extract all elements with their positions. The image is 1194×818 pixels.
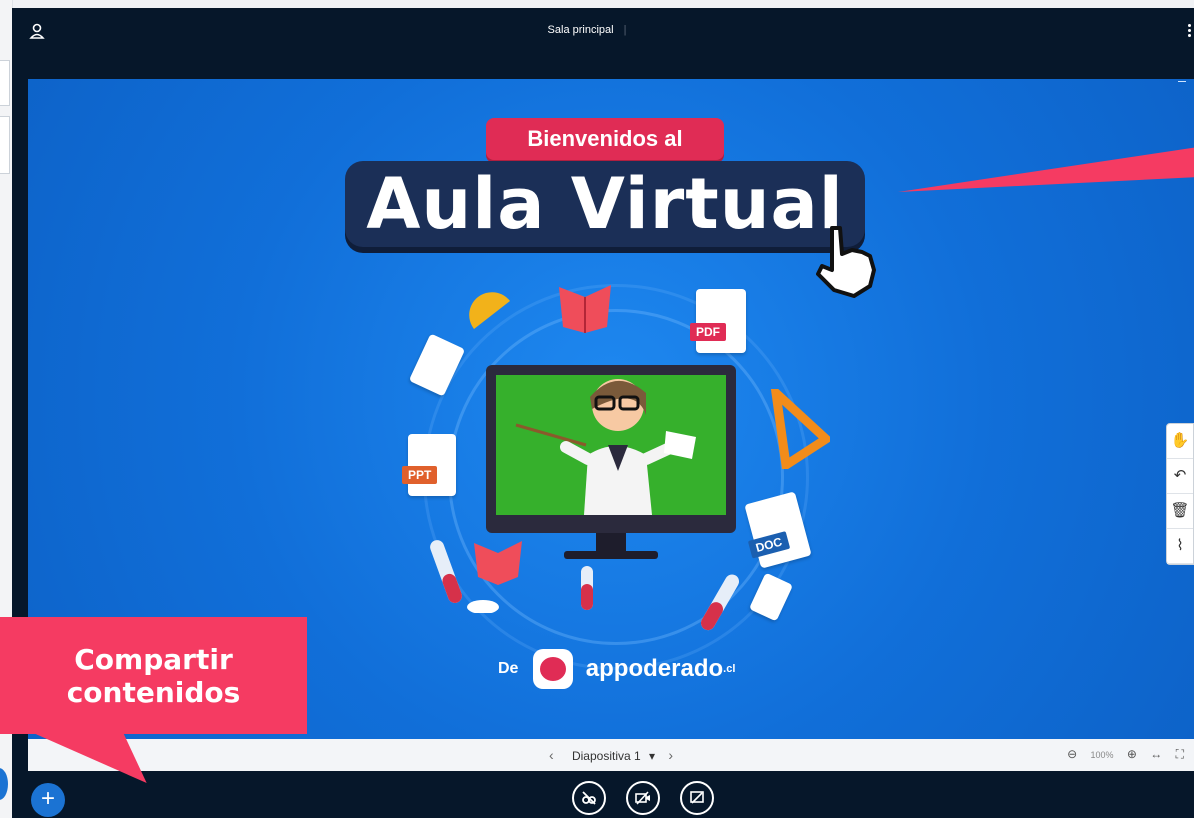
fit-width-icon[interactable]: ↔ (1150, 747, 1162, 761)
computer-monitor-illustration (486, 365, 736, 559)
panel-tab[interactable] (0, 116, 10, 174)
aula-virtual-banner: Aula Virtual (345, 161, 865, 247)
room-title-text: Sala principal (547, 24, 614, 36)
previous-slide-icon[interactable]: ‹ (549, 747, 554, 763)
pdf-tag: PDF (690, 323, 726, 341)
book-icon (474, 541, 522, 585)
monitor-screen (496, 375, 726, 515)
video-button[interactable] (626, 781, 660, 815)
audio-button[interactable] (572, 781, 606, 815)
callout-line-1: Compartir (74, 643, 233, 676)
welcome-banner: Bienvenidos al (486, 118, 724, 160)
fullscreen-icon[interactable]: ⛶ (1176, 747, 1184, 761)
doc-tag: DOC (747, 531, 790, 559)
top-bar: Sala principal | (12, 8, 1194, 56)
trash-icon[interactable]: 🗑 (1167, 494, 1193, 529)
monitor-base (564, 551, 658, 559)
zoom-in-icon[interactable]: ⊕ (1127, 747, 1137, 761)
decorative-ribbon (898, 147, 1194, 192)
brand-suffix: .cl (723, 663, 736, 675)
brand-logo: De appoderado.cl (498, 649, 735, 689)
undo-icon[interactable]: ↶ (1167, 459, 1193, 494)
room-title: Sala principal | (12, 24, 1162, 36)
panel-tab[interactable] (0, 60, 10, 106)
slide-selector[interactable]: Diapositiva 1 ▾ (567, 749, 655, 763)
ruler-triangle-icon (770, 389, 830, 469)
multi-user-whiteboard-icon[interactable]: ⌇ (1167, 529, 1193, 564)
brand-prefix: De (498, 660, 519, 677)
minimize-icon[interactable] (1178, 81, 1186, 82)
protractor-icon (469, 292, 510, 329)
panel-toggle-button[interactable] (0, 768, 8, 800)
more-options-icon[interactable] (1188, 24, 1192, 39)
actions-plus-button[interactable]: + (31, 783, 65, 817)
callout-line-2: contenidos (66, 676, 241, 709)
slide-label: Diapositiva 1 (571, 749, 641, 763)
aula-virtual-text: Aula Virtual (366, 163, 844, 245)
test-tube-icon (581, 566, 593, 610)
ppt-document-icon: PPT (402, 434, 456, 496)
cloud-icon (467, 600, 499, 613)
whiteboard-toolbar: ✋ ↶ 🗑 ⌇ (1166, 423, 1194, 565)
test-tube-icon (701, 574, 739, 631)
zoom-level: 100% (1090, 750, 1114, 760)
monitor-stand (596, 533, 626, 551)
headset-off-icon (582, 791, 596, 805)
share-content-callout: Compartir contenidos (0, 617, 307, 734)
pointer-hand-icon (816, 226, 876, 298)
zoom-out-icon[interactable]: ⊖ (1067, 747, 1077, 761)
camera-off-icon (635, 791, 650, 805)
screenshare-button[interactable] (680, 781, 714, 815)
action-bar: + (12, 771, 1194, 818)
teacher-illustration (515, 379, 696, 515)
screenshare-off-icon (690, 791, 704, 804)
zoom-controls: ⊖ 100% ⊕ ↔ ⛶ (1057, 747, 1184, 762)
title-separator: | (623, 24, 627, 36)
next-slide-icon[interactable]: › (668, 747, 673, 763)
pdf-document-icon: PDF (690, 289, 746, 353)
book-icon (559, 285, 611, 333)
ppt-tag: PPT (402, 466, 438, 484)
hand-tool-icon[interactable]: ✋ (1167, 424, 1193, 459)
apple-logo-icon (533, 649, 574, 689)
brand-name: appoderado (585, 655, 724, 682)
test-tube-icon (430, 540, 462, 603)
presentation-toolbar: ‹ Diapositiva 1 ▾ › ⊖ 100% ⊕ ↔ ⛶ (28, 739, 1194, 771)
slide-navigation: ‹ Diapositiva 1 ▾ › (28, 747, 1194, 763)
